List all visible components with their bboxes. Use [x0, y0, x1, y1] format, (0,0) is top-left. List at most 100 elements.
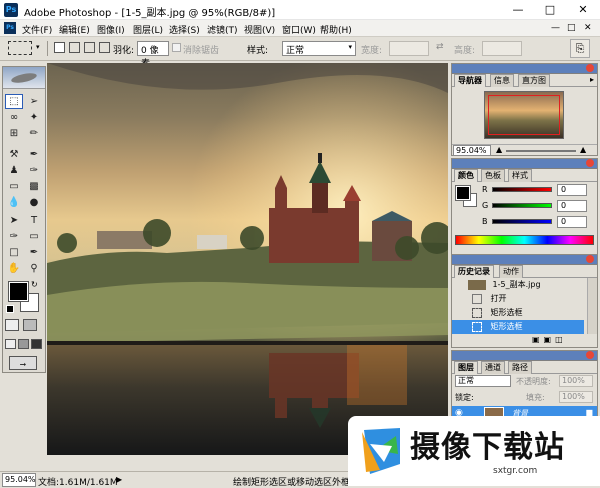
menu-view[interactable]: 视图(V) [244, 23, 275, 36]
history-scrollbar[interactable] [587, 278, 597, 334]
zoom-out-icon[interactable]: ▲ [496, 145, 502, 154]
tab-channels[interactable]: 通道 [481, 361, 505, 374]
lasso-tool-icon[interactable]: ∞ [5, 110, 23, 125]
screen-mode-standard-icon[interactable] [5, 339, 16, 349]
tab-paths[interactable]: 路径 [508, 361, 532, 374]
screen-mode-full-icon[interactable] [31, 339, 42, 349]
menu-help[interactable]: 帮助(H) [320, 23, 352, 36]
menu-layer[interactable]: 图层(L) [133, 23, 163, 36]
panel-close-icon[interactable] [586, 159, 594, 167]
history-item[interactable]: 矩形选框 [452, 306, 584, 320]
zoom-slider[interactable] [506, 150, 576, 152]
tab-info[interactable]: 信息 [490, 74, 514, 87]
new-selection-icon[interactable] [54, 42, 65, 53]
rect-marquee-tool-icon[interactable]: ⬚ [5, 94, 23, 109]
magic-wand-tool-icon[interactable]: ✦ [25, 110, 43, 125]
view-box[interactable] [488, 95, 560, 135]
default-colors-icon[interactable] [6, 305, 14, 313]
tab-styles[interactable]: 样式 [508, 169, 532, 182]
panel-header[interactable] [452, 159, 597, 169]
panel-menu-icon[interactable]: ▸ [590, 75, 594, 84]
width-input[interactable] [389, 41, 429, 56]
move-tool-icon[interactable]: ➢ [25, 94, 43, 109]
menu-select[interactable]: 选择(S) [169, 23, 200, 36]
palette-well-icon[interactable]: ⎘ [570, 39, 590, 58]
panel-close-icon[interactable] [586, 255, 594, 263]
marquee-preset-icon[interactable] [8, 41, 32, 55]
menu-edit[interactable]: 编辑(E) [59, 23, 90, 36]
crop-tool-icon[interactable]: ⊞ [5, 126, 23, 141]
eraser-tool-icon[interactable]: ▭ [5, 179, 23, 194]
tab-navigator[interactable]: 导航器 [454, 74, 486, 87]
menu-filter[interactable]: 滤镜(T) [207, 23, 238, 36]
close-icon[interactable]: ✕ [573, 2, 593, 18]
zoom-tool-icon[interactable]: ⚲ [25, 261, 43, 276]
chevron-down-icon[interactable]: ▾ [36, 43, 40, 51]
r-value[interactable]: 0 [557, 184, 587, 196]
panel-header[interactable] [452, 255, 597, 265]
r-slider[interactable] [492, 187, 552, 192]
menu-image[interactable]: 图像(I) [97, 23, 125, 36]
subtract-selection-icon[interactable] [84, 42, 95, 53]
jump-to-imageready-icon[interactable]: ➞ [9, 356, 37, 370]
panel-close-icon[interactable] [586, 351, 594, 359]
tab-color[interactable]: 颜色 [454, 169, 478, 182]
b-slider[interactable] [492, 219, 552, 224]
type-tool-icon[interactable]: T [25, 213, 43, 228]
height-input[interactable] [482, 41, 522, 56]
status-zoom[interactable]: 95.04% [2, 473, 36, 487]
opacity-input[interactable]: 100% [559, 375, 593, 387]
dodge-tool-icon[interactable]: ● [25, 195, 43, 210]
history-item-selected[interactable]: 矩形选框 [452, 320, 584, 334]
healing-brush-tool-icon[interactable]: ⚒ [5, 147, 23, 162]
tab-swatches[interactable]: 色板 [481, 169, 505, 182]
eyedropper-tool-icon[interactable]: ✒ [25, 245, 43, 260]
hand-tool-icon[interactable]: ✋ [5, 261, 23, 276]
notes-tool-icon[interactable]: □ [5, 245, 23, 260]
g-slider[interactable] [492, 203, 552, 208]
add-selection-icon[interactable] [69, 42, 80, 53]
shape-tool-icon[interactable]: ▭ [25, 229, 43, 244]
document-canvas[interactable] [47, 63, 448, 455]
standard-mode-icon[interactable] [5, 319, 19, 331]
document-icon[interactable]: Ps [4, 22, 16, 34]
slice-tool-icon[interactable]: ✏ [25, 126, 43, 141]
tab-actions[interactable]: 动作 [499, 265, 523, 278]
history-item[interactable]: 打开 [452, 292, 584, 306]
style-select[interactable]: 正常 ▾ [282, 41, 356, 56]
zoom-input[interactable]: 95.04% [453, 145, 491, 156]
blend-mode-select[interactable]: 正常 [455, 375, 511, 387]
swap-icon[interactable]: ⇄ [436, 42, 444, 52]
blur-tool-icon[interactable]: 💧 [5, 195, 23, 210]
fill-input[interactable]: 100% [559, 391, 593, 403]
history-footer-icons[interactable]: ▣▣◫ [532, 335, 594, 345]
history-brush-tool-icon[interactable]: ✑ [25, 163, 43, 178]
intersect-selection-icon[interactable] [99, 42, 110, 53]
maximize-icon[interactable]: □ [540, 2, 560, 18]
navigator-thumbnail[interactable] [484, 91, 564, 139]
menu-file[interactable]: 文件(F) [22, 23, 52, 36]
panel-header[interactable] [452, 64, 597, 74]
tab-layers[interactable]: 图层 [454, 361, 478, 374]
doc-close-icon[interactable]: ✕ [584, 23, 592, 33]
history-snapshot[interactable]: 1-5_副本.jpg [452, 278, 584, 292]
tab-history[interactable]: 历史记录 [454, 265, 494, 278]
gradient-tool-icon[interactable]: ▩ [25, 179, 43, 194]
color-ramp[interactable] [455, 235, 594, 245]
panel-close-icon[interactable] [586, 64, 594, 72]
feather-input[interactable]: 0 像素 [137, 41, 169, 69]
menu-window[interactable]: 窗口(W) [282, 23, 316, 36]
zoom-in-icon[interactable]: ▲ [580, 145, 586, 154]
doc-minimize-icon[interactable]: — [551, 23, 560, 33]
brush-tool-icon[interactable]: ✒ [25, 147, 43, 162]
b-value[interactable]: 0 [557, 216, 587, 228]
g-value[interactable]: 0 [557, 200, 587, 212]
foreground-swatch[interactable] [455, 185, 471, 201]
status-arrow-icon[interactable]: ▶ [116, 475, 122, 484]
minimize-icon[interactable]: — [508, 2, 528, 18]
tab-histogram[interactable]: 直方图 [518, 74, 550, 87]
doc-restore-icon[interactable]: □ [567, 23, 576, 33]
path-select-tool-icon[interactable]: ➤ [5, 213, 23, 228]
stamp-tool-icon[interactable]: ♟ [5, 163, 23, 178]
screen-mode-menubar-icon[interactable] [18, 339, 29, 349]
